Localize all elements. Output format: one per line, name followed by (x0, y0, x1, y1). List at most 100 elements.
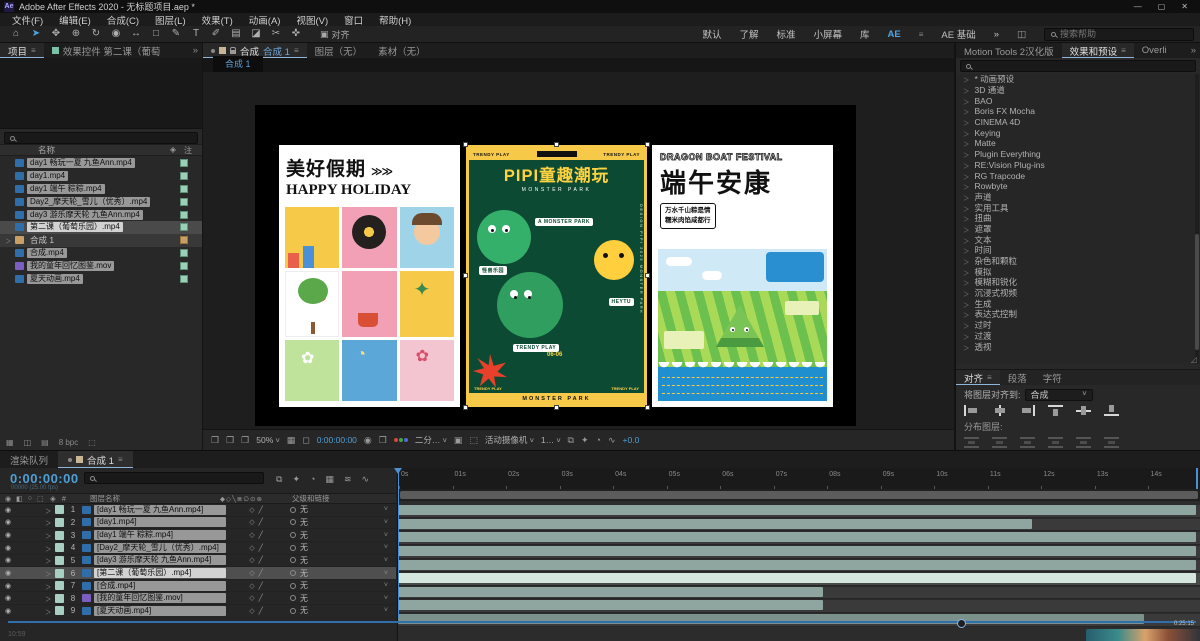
mask-visibility-icon[interactable]: ◻ (302, 435, 309, 446)
hide-shy-layers-icon[interactable]: ◔ (310, 474, 315, 485)
visibility-eye-icon[interactable]: ◉ (5, 531, 15, 539)
panel-menu-icon[interactable]: ≡ (987, 373, 992, 382)
panel-menu-icon[interactable]: ≡ (294, 46, 299, 55)
selection-handle[interactable] (463, 273, 468, 278)
expand-caret-icon[interactable]: ＞ (963, 128, 970, 138)
timeline-zoom-scrollbar[interactable] (8, 621, 1196, 623)
new-folder-icon[interactable]: ◫ (24, 438, 32, 447)
transparency-grid-icon[interactable]: ⬚ (469, 435, 478, 446)
project-item[interactable]: ＞ day3 游乐摩天轮 九鱼Ann.mp4 (0, 208, 202, 221)
timeline-button-icon[interactable]: ◔ (596, 435, 601, 445)
project-item[interactable]: ＞ 我的童年回忆图鉴.mov (0, 259, 202, 272)
align-bottom-button[interactable] (1104, 405, 1119, 416)
workspace-ae-basic[interactable]: AE 基础 (941, 27, 975, 41)
brush-tool-icon[interactable]: ✐ (206, 26, 226, 42)
expand-caret-icon[interactable]: ＞ (963, 203, 970, 213)
poster-dragon-boat[interactable]: DRAGON BOAT FESTIVAL 端午安康 万水千山粽是情 糯米肉馅咸都… (652, 145, 833, 407)
panel-menu-icon[interactable]: ≡ (1121, 46, 1126, 55)
parent-link-cell[interactable]: 无 ˅ (290, 593, 396, 604)
layer-track[interactable] (398, 559, 1200, 573)
selection-handle[interactable] (463, 142, 468, 147)
project-item[interactable]: ＞ 合成 1 (0, 233, 202, 247)
hand-tool-icon[interactable]: ✥ (46, 26, 66, 42)
effect-category[interactable]: ＞ BAO (956, 95, 1200, 106)
dropdown-caret-icon[interactable]: ˅ (384, 506, 388, 513)
layer-row[interactable]: ◉ ＞ 4 [Day2_摩天轮_雪儿（优秀）.mp4] ◇╱ 无 ˅ (0, 542, 396, 555)
note-column[interactable]: 注 (184, 145, 192, 156)
menu-item[interactable]: 视图(V) (288, 13, 336, 27)
selection-handle[interactable] (554, 405, 559, 410)
parent-link-cell[interactable]: 无 ˅ (290, 542, 396, 553)
tab-paragraph[interactable]: 段落 (1000, 370, 1035, 385)
label-color-swatch[interactable] (180, 184, 188, 193)
pan-behind-tool-icon[interactable]: ↔ (126, 26, 146, 42)
effect-category[interactable]: ＞ Plugin Everything (956, 149, 1200, 160)
project-item[interactable]: ＞ 夏天动画.mp4 (0, 272, 202, 285)
tab-overflow-icon[interactable]: » (1191, 45, 1200, 56)
visibility-eye-icon[interactable]: ◉ (5, 544, 15, 552)
layer-track[interactable] (398, 545, 1200, 559)
help-search-input[interactable] (1060, 29, 1187, 39)
workspace-button[interactable]: 小屏幕 (814, 27, 843, 41)
visibility-eye-icon[interactable]: ◉ (5, 607, 15, 615)
motion-blur-icon[interactable]: ≋ (344, 474, 352, 485)
pickwhip-icon[interactable] (290, 570, 296, 577)
distribute-bottom-button[interactable] (1020, 437, 1035, 448)
grid-guides-icon[interactable]: ▦ (287, 435, 296, 446)
label-color-swatch[interactable] (55, 555, 64, 565)
layer-switches[interactable]: ◇╱ (229, 569, 287, 577)
tab-render-queue[interactable]: 渲染队列 (0, 451, 58, 468)
orbit-camera-tool-icon[interactable]: ↻ (86, 26, 106, 42)
expand-caret-icon[interactable]: ＞ (963, 309, 970, 319)
tab-timeline-comp[interactable]: 合成 1 ≡ (58, 451, 133, 468)
label-color-swatch[interactable] (180, 248, 188, 257)
layer-switches[interactable]: ◇╱ (229, 556, 287, 564)
pickwhip-icon[interactable] (290, 595, 296, 602)
tab-effects-presets[interactable]: 效果和预设 ≡ (1061, 43, 1134, 58)
effect-category[interactable]: ＞ Matte (956, 138, 1200, 149)
new-composition-icon[interactable]: ▤ (41, 438, 49, 447)
camera-tool-icon[interactable]: ◉ (106, 26, 126, 42)
expand-caret-icon[interactable]: ＞ (45, 505, 52, 515)
panel-menu-icon[interactable]: ≡ (118, 455, 123, 464)
workspace-menu-icon[interactable]: ≡ (919, 30, 924, 39)
dropdown-caret-icon[interactable]: ˅ (384, 532, 388, 539)
align-top-button[interactable] (1048, 405, 1063, 416)
delete-icon[interactable]: ⬚ (88, 438, 96, 447)
menu-item[interactable]: 效果(T) (194, 13, 241, 27)
expand-caret-icon[interactable]: ＞ (963, 288, 970, 298)
show-channel-icon[interactable] (393, 438, 408, 442)
switches-column-icons[interactable]: ◆◇╲≣∅⊙⊛ (220, 495, 292, 503)
show-snapshot-icon[interactable]: ❐ (379, 435, 387, 446)
maximize-button[interactable]: ▢ (1158, 2, 1166, 11)
effect-category[interactable]: ＞ RG Trapcode (956, 170, 1200, 181)
tab-project[interactable]: 项目 ≡ (0, 43, 44, 58)
visibility-eye-icon[interactable]: ◉ (5, 594, 15, 602)
pickwhip-icon[interactable] (290, 544, 296, 551)
expand-caret-icon[interactable]: ＞ (963, 267, 970, 277)
pickwhip-icon[interactable] (290, 506, 296, 513)
region-of-interest-icon[interactable]: ▣ (454, 435, 463, 446)
poster-pipi[interactable]: TRENDY PLAY TRENDY PLAY PIPI童趣潮玩 MONSTER… (466, 145, 647, 407)
distribute-hcenter-button[interactable] (1076, 437, 1091, 448)
layer-row[interactable]: ◉ ＞ 5 [day3 游乐摩天轮 九鱼Ann.mp4] ◇╱ 无 ˅ (0, 555, 396, 568)
magnification-select[interactable]: 50% ˅ (256, 435, 279, 445)
current-timecode[interactable]: 0:00:00:00 (10, 471, 79, 486)
disclosure-caret-icon[interactable]: ＞ (5, 235, 12, 245)
layer-row[interactable]: ◉ ＞ 9 [夏天动画.mp4] ◇╱ 无 ˅ (0, 605, 396, 618)
tab-layer-viewer[interactable]: 图层（无） (307, 43, 371, 58)
layer-track[interactable] (398, 600, 1200, 614)
menu-item[interactable]: 合成(C) (99, 13, 147, 27)
layer-track[interactable] (398, 573, 1200, 586)
expand-caret-icon[interactable]: ＞ (963, 149, 970, 159)
parent-link-cell[interactable]: 无 ˅ (290, 517, 396, 528)
time-ruler[interactable]: 0s 01s 02s 03s 04s 05s 06s 07s 08s 09s 10s 11s 12s 13… (398, 468, 1200, 489)
help-search[interactable] (1044, 27, 1194, 41)
layer-track[interactable] (398, 518, 1200, 532)
label-color-swatch[interactable] (180, 210, 188, 219)
tab-character[interactable]: 字符 (1035, 370, 1070, 385)
number-column[interactable]: # (62, 494, 66, 503)
interpret-footage-icon[interactable]: ▦ (6, 438, 14, 447)
label-color-swatch[interactable] (180, 172, 188, 181)
label-color-swatch[interactable] (55, 568, 64, 578)
